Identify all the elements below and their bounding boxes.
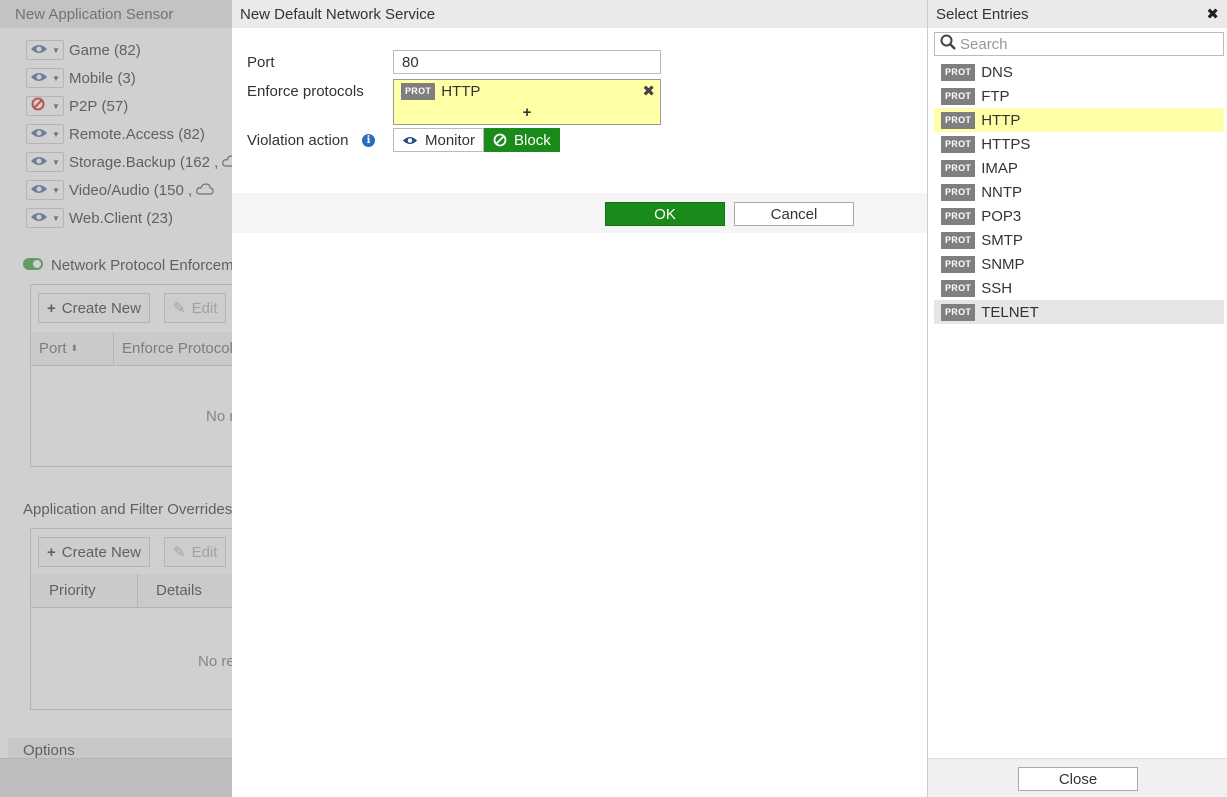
search-icon [940,34,956,54]
close-icon[interactable]: ✖ [1206,5,1219,23]
entry-name: SNMP [981,255,1025,273]
entry-name: FTP [981,87,1010,105]
block-option[interactable]: Block [484,128,560,152]
protocol-badge: PROT [941,63,976,81]
search-box [934,32,1224,56]
entry-item-hovered[interactable]: PROT TELNET [934,300,1224,324]
protocol-badge: PROT [941,231,976,249]
new-network-service-dialog: New Default Network Service Port Enforce… [232,0,927,797]
entry-item[interactable]: PROT SSH [934,276,1224,300]
monitor-label: Monitor [425,131,476,149]
protocol-badge: PROT [941,183,976,201]
background-page: New Application Sensor ▼ Game (82) ▼ Mob… [0,0,232,797]
cancel-button[interactable]: Cancel [734,202,854,226]
block-icon [493,133,507,147]
info-icon[interactable]: i [362,134,375,147]
add-protocol-button[interactable]: + [394,104,660,121]
entry-name: IMAP [981,159,1018,177]
eye-icon [402,135,418,146]
entry-item[interactable]: PROT DNS [934,60,1224,84]
entry-item-selected[interactable]: PROT HTTP [934,108,1224,132]
entry-name: HTTPS [981,135,1031,153]
protocol-badge: PROT [941,279,976,297]
panel-title-bar: Select Entries ✖ [928,0,1227,28]
entry-name: HTTP [981,111,1021,129]
select-entries-panel: Select Entries ✖ PROT DNS PROT FTP PROT HTT… [927,0,1227,797]
entry-name: TELNET [981,303,1039,321]
entry-item[interactable]: PROT IMAP [934,156,1224,180]
port-input[interactable] [393,50,661,74]
protocol-badge: PROT [401,83,436,100]
protocol-badge: PROT [941,135,976,153]
port-label: Port [247,54,275,71]
entry-item[interactable]: PROT FTP [934,84,1224,108]
violation-action-label: Violation action [247,132,349,149]
block-label: Block [514,131,551,149]
entry-item[interactable]: PROT SMTP [934,228,1224,252]
ok-button[interactable]: OK [605,202,725,226]
protocol-badge: PROT [941,87,976,105]
entry-item[interactable]: PROT NNTP [934,180,1224,204]
protocol-badge: PROT [941,255,976,273]
enforce-protocols-label: Enforce protocols [247,83,364,100]
entry-name: SSH [981,279,1013,297]
entry-name: SMTP [981,231,1023,249]
entry-list: PROT DNS PROT FTP PROT HTTP PROT HTTPS PROT I… [934,60,1224,324]
violation-action-toggle: Monitor Block [393,128,560,152]
monitor-option[interactable]: Monitor [393,128,485,152]
protocol-badge: PROT [941,111,976,129]
panel-footer: Close [928,758,1227,797]
entry-name: DNS [981,63,1013,81]
panel-title: Select Entries [936,6,1029,23]
remove-protocol-icon[interactable]: ✖ [642,82,655,100]
dialog-footer: OK Cancel [232,193,927,233]
modal-overlay [0,0,232,797]
entry-item[interactable]: PROT HTTPS [934,132,1224,156]
entry-item[interactable]: PROT POP3 [934,204,1224,228]
protocol-badge: PROT [941,303,976,321]
entry-name: NNTP [981,183,1023,201]
search-input[interactable] [958,34,1208,54]
close-button[interactable]: Close [1018,767,1138,791]
protocol-badge: PROT [941,207,976,225]
dialog-title: New Default Network Service [232,0,927,28]
entry-name: POP3 [981,207,1022,225]
protocol-badge: PROT [941,159,976,177]
entry-item[interactable]: PROT SNMP [934,252,1224,276]
protocol-name: HTTP [441,83,481,100]
enforce-protocols-field[interactable]: PROT HTTP ✖ + [393,79,661,125]
selected-protocol-tag: PROT HTTP [401,83,480,100]
